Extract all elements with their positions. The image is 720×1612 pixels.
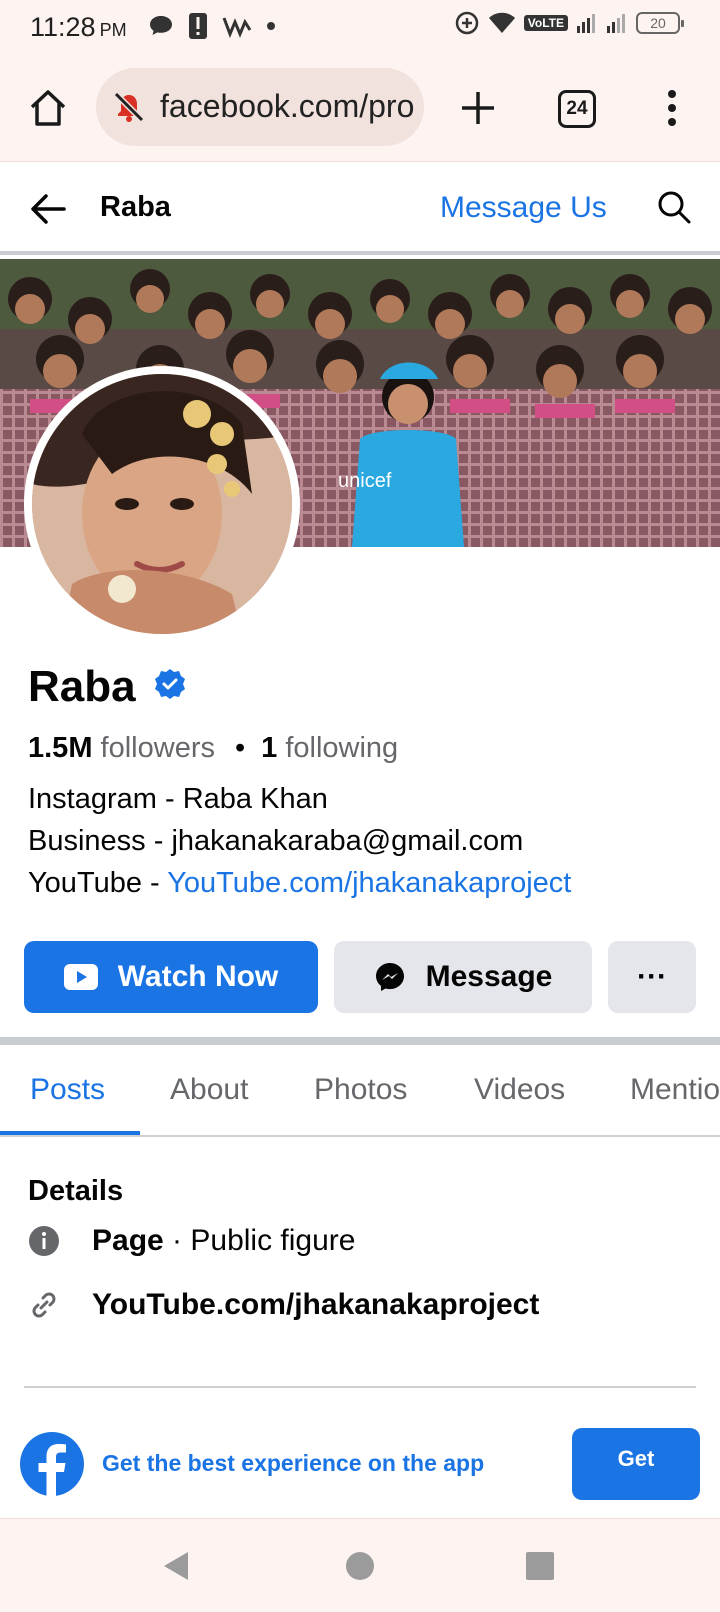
notification-icons <box>148 12 276 40</box>
back-arrow-icon[interactable] <box>28 189 68 229</box>
link-icon <box>32 1292 56 1318</box>
status-time: 11:28 PM <box>30 12 127 42</box>
info-icon <box>29 1226 59 1256</box>
more-options-button[interactable]: ··· <box>608 941 696 1013</box>
detail-page-category: Page · Public figure <box>28 1224 355 1258</box>
details-heading: Details <box>28 1175 124 1207</box>
details-divider <box>24 1386 696 1388</box>
signal-icon <box>577 14 595 33</box>
new-tab-icon[interactable] <box>458 88 498 128</box>
battery-icon: 20 <box>636 12 684 34</box>
url-bar[interactable]: facebook.com/pro <box>96 68 424 146</box>
profile-avatar[interactable] <box>24 366 300 642</box>
more-notifications-dot-icon <box>267 22 275 30</box>
tab-videos[interactable]: Videos <box>474 1073 565 1107</box>
active-tab-indicator <box>0 1131 140 1135</box>
avatar-image <box>32 374 292 634</box>
bio-youtube-prefix: YouTube - <box>28 867 168 899</box>
home-icon[interactable] <box>28 88 68 128</box>
system-nav-bar <box>0 1518 720 1612</box>
profile-tabs: Posts About Photos Videos Mentions <box>0 1045 720 1137</box>
wave-app-icon <box>222 17 252 38</box>
following-count[interactable]: 1 <box>261 732 277 764</box>
tab-about[interactable]: About <box>170 1073 248 1107</box>
page-label: Page <box>92 1224 164 1257</box>
section-divider <box>0 1037 720 1045</box>
page-separator: · <box>163 1224 191 1257</box>
message-us-link[interactable]: Message Us <box>440 191 607 225</box>
alert-box-icon <box>189 13 207 39</box>
message-label: Message <box>425 960 553 993</box>
watch-now-label: Watch Now <box>117 960 279 993</box>
page-header: Raba Message Us <box>0 163 720 255</box>
watch-now-button[interactable]: Watch Now <box>24 941 318 1013</box>
youtube-play-icon <box>63 964 98 990</box>
data-saver-icon <box>455 11 479 35</box>
system-icons: VoLTE 20 <box>454 10 684 36</box>
followers-label[interactable]: followers <box>101 732 215 764</box>
browser-toolbar: facebook.com/pro 24 <box>0 54 720 162</box>
get-app-button[interactable]: Get <box>572 1428 700 1500</box>
bio-youtube-link[interactable]: YouTube.com/jhakanakaproject <box>167 867 571 899</box>
detail-website[interactable]: YouTube.com/jhakanakaproject <box>28 1288 539 1322</box>
tab-switcher-button[interactable]: 24 <box>558 90 596 128</box>
nav-back-icon[interactable] <box>160 1549 194 1583</box>
followers-count[interactable]: 1.5M <box>28 732 92 764</box>
following-label[interactable]: following <box>285 732 398 764</box>
header-title: Raba <box>100 191 171 223</box>
more-vert-icon[interactable] <box>664 88 680 128</box>
unicef-shirt-text: unicef <box>338 470 392 492</box>
search-icon[interactable] <box>656 189 692 225</box>
chat-bubble-icon <box>150 16 172 35</box>
bio-line-instagram: Instagram - Raba Khan <box>28 783 328 815</box>
app-promo-banner: Get the best experience on the app Get <box>0 1408 720 1518</box>
url-text[interactable]: facebook.com/pro <box>160 88 414 125</box>
stats-separator: • <box>234 732 246 764</box>
bio-line-business: Business - jhakanakaraba@gmail.com <box>28 825 524 857</box>
site-notifications-off-icon[interactable] <box>112 90 146 124</box>
status-bar: 11:28 PM VoLTE 20 <box>0 0 720 54</box>
follow-stats: 1.5M followers • 1 following <box>28 732 398 765</box>
facebook-logo-icon <box>20 1432 84 1496</box>
signal-2-icon <box>607 14 625 33</box>
profile-bio: Instagram - Raba Khan Business - jhakana… <box>28 778 571 904</box>
website-link[interactable]: YouTube.com/jhakanakaproject <box>92 1288 539 1321</box>
bio-line-youtube: YouTube - YouTube.com/jhakanakaproject <box>28 862 571 904</box>
profile-name: Raba <box>28 662 136 711</box>
message-button[interactable]: Message <box>334 941 592 1013</box>
nav-recents-icon[interactable] <box>523 1549 557 1583</box>
tab-photos[interactable]: Photos <box>314 1073 407 1107</box>
nav-home-icon[interactable] <box>343 1549 377 1583</box>
more-options-icon: ··· <box>637 960 667 993</box>
tab-posts[interactable]: Posts <box>30 1073 105 1107</box>
wifi-icon <box>488 12 515 33</box>
tab-mentions[interactable]: Mentions <box>630 1073 720 1107</box>
messenger-icon <box>375 963 404 991</box>
volte-badge: VoLTE <box>523 15 568 31</box>
app-promo-text[interactable]: Get the best experience on the app <box>102 1450 484 1477</box>
verified-badge-icon <box>155 669 185 699</box>
page-category: Public figure <box>190 1224 356 1257</box>
